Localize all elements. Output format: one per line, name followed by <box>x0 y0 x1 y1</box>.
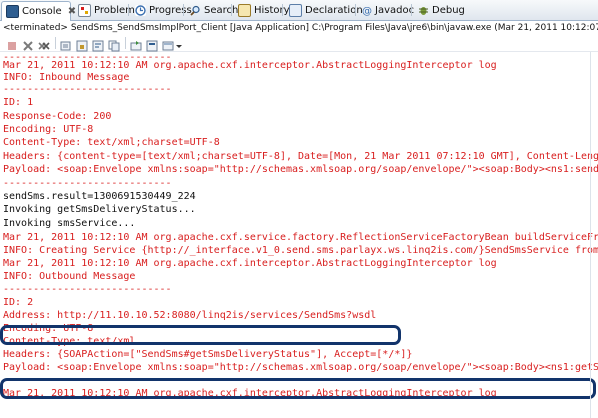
console-line: ID: 1 <box>3 97 34 108</box>
console-line: ID: 2 <box>3 297 34 308</box>
copy-icon[interactable] <box>108 37 120 52</box>
console-line: Payload: <soap:Envelope xmlns:soap="http… <box>3 164 598 175</box>
remove-launch-icon[interactable] <box>22 37 34 51</box>
console-line: Encoding: UTF-8 <box>3 124 94 135</box>
tab-divider <box>411 4 412 16</box>
open-console-icon[interactable] <box>162 37 174 51</box>
payload-highlight-box <box>0 378 596 399</box>
print-margin-line <box>590 52 591 418</box>
console-line: Invoking getSmsDeliveryStatus... <box>3 204 196 215</box>
tab-label: Console <box>22 6 62 17</box>
tab-console[interactable]: Console ✖ <box>1 1 76 21</box>
console-line: Response-Code: 200 <box>3 111 112 122</box>
console-toolbar <box>0 35 598 52</box>
tab-javadoc[interactable]: @ Javadoc <box>358 1 414 19</box>
tab-divider <box>183 4 184 16</box>
launch-status-line: <terminated> SendSms_SendSmsImplPort_Cli… <box>0 21 598 35</box>
search-icon <box>190 5 201 16</box>
console-icon <box>6 5 19 18</box>
tab-declaration[interactable]: Declaration <box>285 1 363 19</box>
word-wrap-icon[interactable] <box>92 37 104 52</box>
scroll-lock-icon[interactable] <box>76 37 88 52</box>
tab-divider <box>355 4 356 16</box>
debug-icon <box>418 5 429 16</box>
console-output[interactable]: ---------------------------- Mar 21, 2011… <box>0 52 598 418</box>
tab-divider <box>282 4 283 16</box>
console-line: Mar 21, 2011 10:12:10 AM org.apache.cxf.… <box>3 60 497 71</box>
toolbar-divider <box>55 37 56 49</box>
console-line: Headers: {SOAPAction=["SendSms#getSmsDel… <box>3 349 413 360</box>
console-line: INFO: Outbound Message <box>3 271 136 282</box>
console-line: Address: http://11.10.10.52:8080/linq2is… <box>3 310 377 321</box>
console-line: Mar 21, 2011 10:12:10 AM org.apache.cxf.… <box>3 232 598 243</box>
tab-debug[interactable]: Debug <box>414 1 465 19</box>
svg-text:@: @ <box>362 6 372 16</box>
display-console-icon[interactable] <box>146 37 158 52</box>
declaration-icon <box>289 3 302 17</box>
console-line: ---------------------------- <box>3 84 172 95</box>
terminate-icon[interactable] <box>6 37 18 50</box>
dropdown-icon[interactable] <box>175 37 183 49</box>
console-line: Payload: <soap:Envelope xmlns:soap="http… <box>3 362 598 373</box>
console-line: INFO: Inbound Message <box>3 72 130 83</box>
console-line: Headers: {content-type=[text/xml;charset… <box>3 151 598 162</box>
tab-label: Declaration <box>305 4 363 16</box>
progress-icon <box>135 4 146 16</box>
clear-console-icon[interactable] <box>60 37 72 51</box>
pin-console-icon[interactable] <box>130 37 142 51</box>
tab-label: Debug <box>432 4 465 16</box>
tab-divider <box>231 4 232 16</box>
console-line: INFO: Creating Service {http://_interfac… <box>3 245 598 256</box>
problems-icon <box>78 3 91 17</box>
remove-all-icon[interactable] <box>38 37 50 50</box>
console-line: ---------------------------- <box>3 284 172 295</box>
javadoc-icon: @ <box>362 5 372 17</box>
address-highlight-box <box>0 325 401 345</box>
console-line: sendSms.result=1300691530449_224 <box>3 191 196 202</box>
console-line: Content-Type: text/xml;charset=UTF-8 <box>3 137 220 148</box>
console-line: Mar 21, 2011 10:12:10 AM org.apache.cxf.… <box>3 258 497 269</box>
view-tab-bar: Console ✖ Problems Progress Search Histo… <box>0 0 598 21</box>
history-icon <box>238 3 251 17</box>
console-line: Invoking smsService... <box>3 218 136 229</box>
tab-divider <box>128 4 129 16</box>
tab-label: Javadoc <box>375 4 415 16</box>
toolbar-divider <box>125 37 126 49</box>
console-line: ---------------------------- <box>3 178 172 189</box>
